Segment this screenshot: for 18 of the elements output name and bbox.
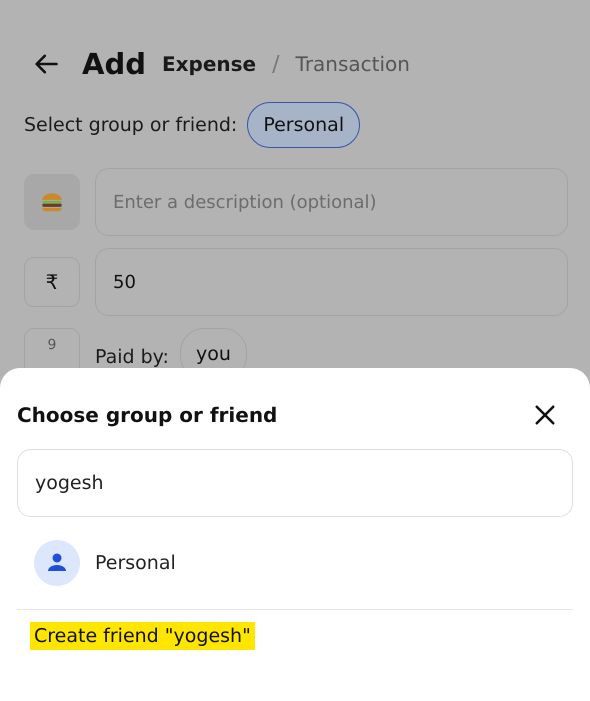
close-icon[interactable] (534, 404, 556, 426)
page-title: Add (82, 47, 146, 81)
search-field[interactable]: yogesh (17, 449, 573, 517)
separator: / (272, 52, 280, 76)
create-friend-link[interactable]: Create friend "yogesh" (30, 622, 255, 650)
paid-by-label: Paid by: (95, 346, 169, 368)
result-item[interactable]: Personal (17, 517, 573, 610)
description-field[interactable]: Enter a description (optional) (95, 168, 568, 236)
group-label: Select group or friend: (24, 114, 238, 136)
currency-button[interactable]: ₹ (24, 257, 80, 307)
person-icon (34, 540, 80, 586)
mode-tab[interactable]: Expense (162, 52, 256, 76)
amount-field[interactable]: 50 (95, 248, 568, 316)
mode-tab[interactable]: Transaction (296, 52, 410, 76)
result-label: Personal (95, 552, 176, 574)
category-button[interactable] (24, 174, 80, 230)
sheet-title: Choose group or friend (17, 403, 278, 427)
group-chip[interactable]: Personal (247, 102, 360, 148)
